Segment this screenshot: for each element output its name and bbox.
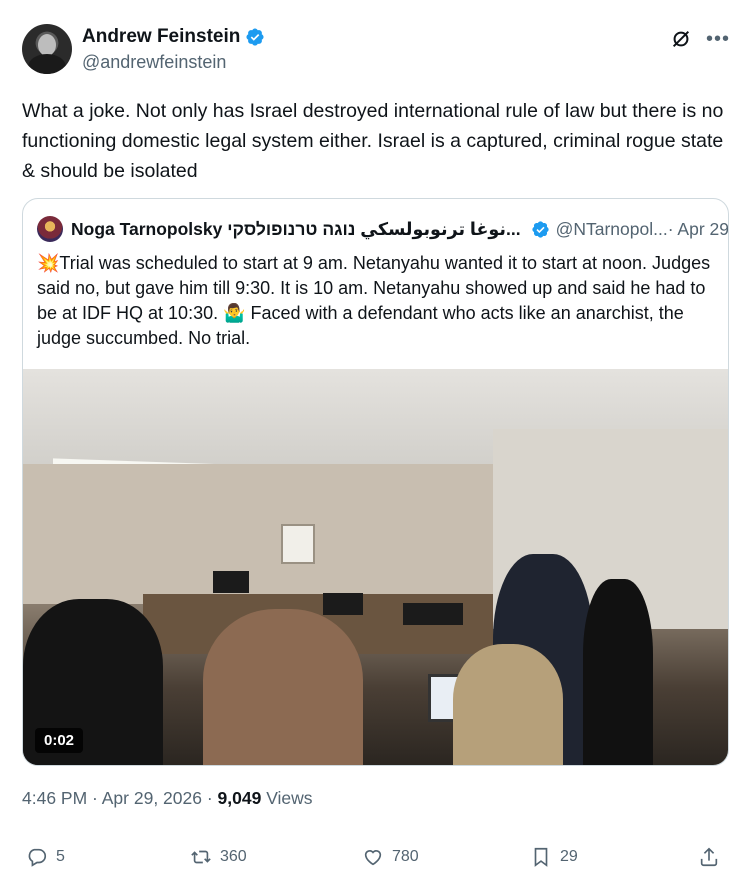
verified-badge-icon bbox=[531, 220, 549, 238]
views-count: 9,049 bbox=[217, 788, 262, 808]
views-label: Views bbox=[261, 788, 313, 808]
quoted-author-name: Noga Tarnopolsky نوغا ترنوبولسكي נוגה טר… bbox=[71, 218, 521, 239]
share-button[interactable] bbox=[698, 846, 720, 868]
quoted-author-handle: @NTarnopol... bbox=[555, 218, 668, 239]
bookmark-button[interactable]: 29 bbox=[530, 846, 578, 868]
retweet-icon bbox=[191, 850, 211, 864]
author-avatar[interactable] bbox=[22, 24, 72, 74]
tweet-timestamp[interactable]: 4:46 PM · Apr 29, 2026 · bbox=[22, 788, 218, 808]
reply-count: 5 bbox=[56, 848, 65, 865]
like-button[interactable]: 780 bbox=[362, 846, 419, 868]
quoted-author-avatar[interactable] bbox=[37, 216, 63, 242]
tweet-header: Andrew Feinstein @andrewfeinstein ••• bbox=[22, 22, 732, 78]
quoted-tweet[interactable]: Noga Tarnopolsky نوغا ترنوبولسكي נוגה טר… bbox=[22, 198, 729, 766]
more-icon[interactable]: ••• bbox=[706, 29, 730, 49]
heart-icon bbox=[364, 850, 382, 866]
repost-button[interactable]: 360 bbox=[190, 846, 247, 868]
bookmark-count: 29 bbox=[560, 848, 578, 865]
tweet-meta: 4:46 PM · Apr 29, 2026 · 9,049 Views bbox=[22, 788, 313, 809]
video-timer: 0:02 bbox=[35, 728, 84, 753]
reply-button[interactable]: 5 bbox=[26, 846, 65, 868]
emblem-image bbox=[281, 524, 315, 564]
author-name-row: Andrew Feinstein bbox=[82, 26, 265, 48]
courtroom-video[interactable]: 0:02 bbox=[23, 369, 728, 765]
quoted-tweet-date: · Apr 29 bbox=[667, 218, 729, 239]
grok-icon[interactable] bbox=[670, 28, 692, 50]
author-handle[interactable]: @andrewfeinstein bbox=[82, 52, 226, 73]
verified-badge-icon bbox=[246, 28, 264, 46]
repost-count: 360 bbox=[220, 848, 247, 865]
author-display-name[interactable]: Andrew Feinstein bbox=[82, 26, 240, 48]
quoted-tweet-text: 💥Trial was scheduled to start at 9 am. N… bbox=[37, 253, 711, 348]
bookmark-icon bbox=[534, 847, 548, 867]
reply-icon bbox=[28, 848, 47, 867]
like-count: 780 bbox=[392, 848, 419, 865]
tweet-top-actions: ••• bbox=[670, 28, 730, 50]
quoted-tweet-header: Noga Tarnopolsky نوغا ترنوبولسكي נוגה טר… bbox=[37, 216, 728, 242]
tweet-actions-bar: 5 360 780 29 bbox=[22, 846, 727, 878]
tweet-text: What a joke. Not only has Israel destroy… bbox=[22, 100, 724, 182]
share-icon bbox=[700, 847, 718, 867]
